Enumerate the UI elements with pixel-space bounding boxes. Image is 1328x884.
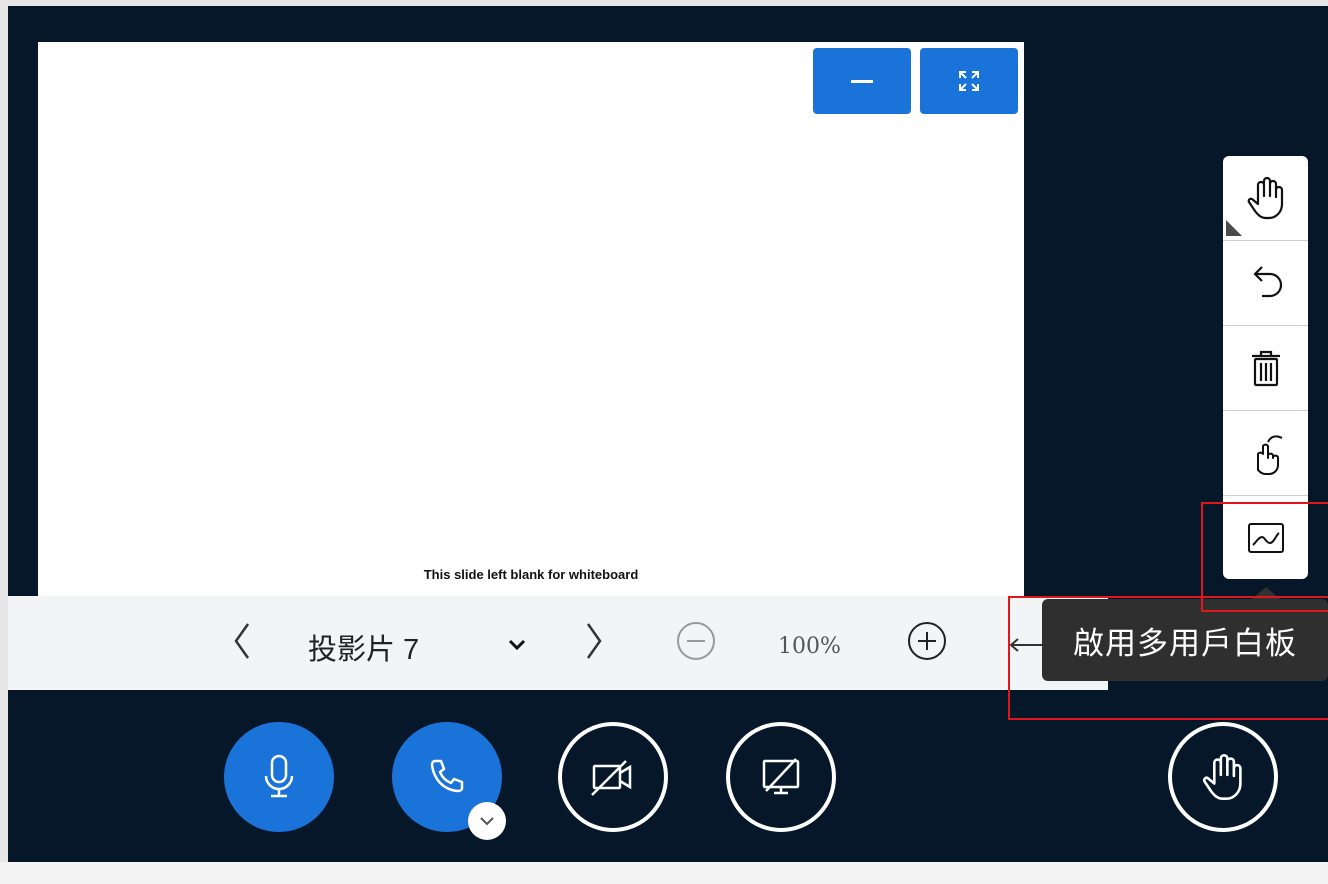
fullscreen-icon (959, 71, 979, 91)
slide-caption: This slide left blank for whiteboard (423, 567, 639, 582)
trash-icon (1251, 350, 1280, 387)
camera-off-icon (591, 760, 632, 796)
camera-button[interactable] (558, 722, 668, 832)
microphone-button[interactable] (224, 722, 334, 832)
audio-options-button[interactable] (468, 802, 506, 840)
multi-user-whiteboard-button[interactable] (1223, 496, 1308, 580)
hand-pan-icon (1247, 176, 1283, 220)
chevron-right-icon[interactable] (582, 618, 606, 664)
zoom-in-icon[interactable] (906, 620, 948, 662)
tooltip-arrow (1252, 587, 1280, 599)
undo-icon (1252, 266, 1282, 298)
pan-tool-button[interactable] (1223, 156, 1308, 240)
undo-button[interactable] (1223, 241, 1308, 325)
slide-number: 7 (403, 634, 420, 666)
pointer-tool-button[interactable] (1223, 411, 1308, 495)
raise-hand-button[interactable] (1168, 722, 1278, 832)
chevron-down-icon (480, 817, 494, 826)
presentation-slide[interactable]: This slide left blank for whiteboard (38, 42, 1024, 602)
zoom-value: 100% (778, 634, 841, 659)
clear-all-button[interactable] (1223, 326, 1308, 410)
minus-icon (851, 79, 873, 83)
pointer-hand-icon (1256, 435, 1282, 475)
screen-share-off-icon (762, 758, 800, 795)
raise-hand-icon (1202, 754, 1242, 801)
app-window: This slide left blank for whiteboard 投影片… (8, 6, 1328, 862)
tooltip: 啟用多用戶白板 (1042, 599, 1328, 681)
phone-icon (430, 759, 464, 793)
multi-user-whiteboard-icon (1247, 523, 1284, 553)
slide-selector[interactable]: 投影片 7 (308, 626, 419, 668)
presentation-toolbar: 投影片 7 100% (8, 596, 1108, 690)
microphone-icon (264, 754, 294, 798)
whiteboard-toolbar (1223, 156, 1308, 579)
chevron-left-icon[interactable] (230, 618, 254, 664)
chevron-down-icon[interactable] (504, 632, 530, 658)
minimize-presentation-button[interactable] (813, 48, 911, 114)
zoom-out-icon[interactable] (675, 620, 717, 662)
submenu-indicator-icon (1226, 220, 1242, 236)
screen-share-button[interactable] (726, 722, 836, 832)
slide-label-text: 投影片 (308, 632, 396, 666)
fullscreen-button[interactable] (920, 48, 1018, 114)
footer-strip (0, 862, 1328, 884)
